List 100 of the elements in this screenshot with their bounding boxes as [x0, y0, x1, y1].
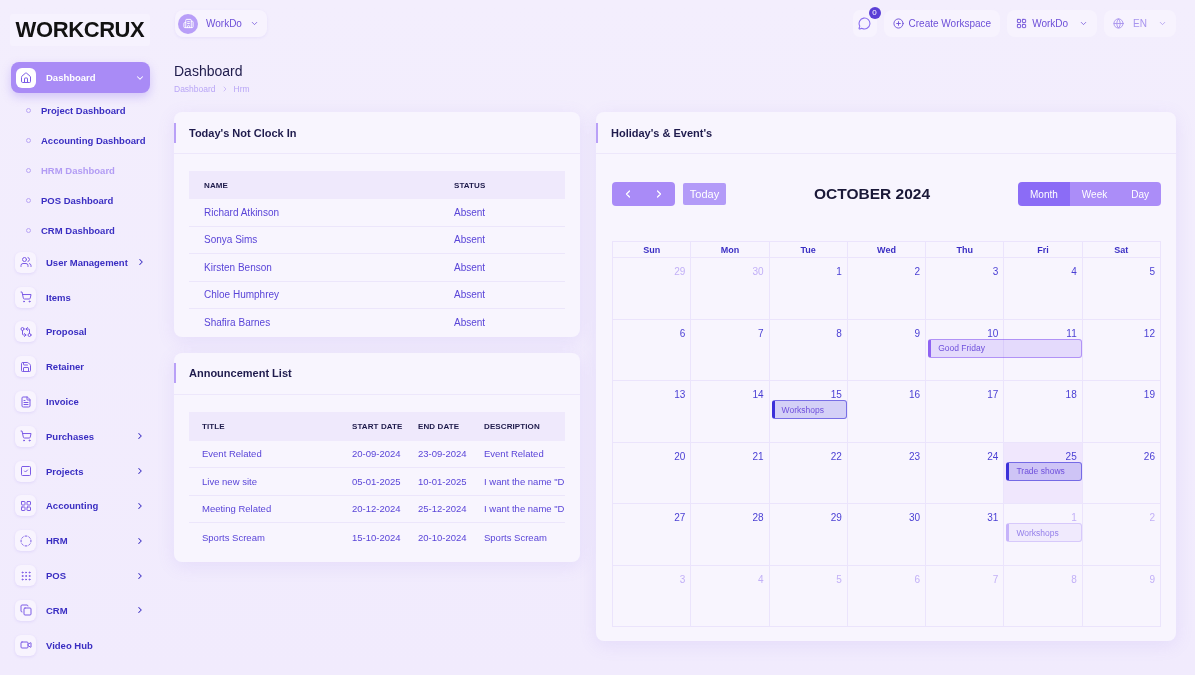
- day-number: 29: [674, 266, 686, 278]
- day-number: 11: [1066, 327, 1077, 340]
- cart-icon: [15, 286, 36, 308]
- day-number: 8: [836, 327, 842, 340]
- day-number: 27: [674, 512, 686, 524]
- weekday-label: Sat: [1114, 244, 1129, 255]
- table-cell: Absent: [454, 261, 486, 273]
- create-workspace-button[interactable]: Create Workspace: [883, 10, 1001, 37]
- users-icon: [15, 251, 36, 273]
- column-header: START DATE: [352, 421, 403, 431]
- card-title: Today's Not Clock In: [189, 126, 297, 139]
- chat-icon: [858, 17, 871, 30]
- sidebar-item[interactable]: Projects: [11, 453, 150, 489]
- building-icon: [178, 13, 198, 34]
- sidebar-item[interactable]: Purchases: [11, 419, 150, 454]
- table-cell: Meeting Related: [202, 503, 272, 515]
- calendar-event[interactable]: Workshops: [771, 400, 847, 419]
- table-cell: Shafira Barnes: [204, 317, 271, 329]
- table-cell: Event Related: [202, 448, 262, 460]
- table-cell: 15-10-2024: [352, 531, 401, 543]
- day-number: 3: [679, 573, 686, 586]
- sidebar-item[interactable]: User Management: [11, 245, 150, 280]
- sidebar-item[interactable]: Video Hub: [11, 627, 150, 663]
- day-number: 7: [758, 327, 764, 340]
- day-number: 6: [914, 573, 921, 586]
- weekday-label: Wed: [877, 244, 896, 255]
- weekday-label: Sun: [643, 244, 661, 255]
- table-cell: Sports Scream: [484, 531, 547, 543]
- previous-button[interactable]: [612, 182, 644, 206]
- day-number: 26: [1143, 450, 1155, 463]
- table-cell: Chloe Humphrey: [204, 289, 280, 301]
- day-number: 2: [1149, 512, 1155, 524]
- checkbox-icon: [15, 460, 36, 482]
- day-number: 13: [674, 389, 686, 401]
- day-number: 12: [1143, 327, 1155, 340]
- accent-bar: [596, 122, 598, 143]
- day-number: 3: [992, 266, 999, 278]
- chevron-down-icon: [249, 19, 259, 28]
- column-header: END DATE: [418, 421, 460, 431]
- workspace-selector[interactable]: WorkDo: [175, 10, 267, 37]
- logo[interactable]: WORKCRUX: [10, 14, 150, 46]
- sidebar-item[interactable]: Retainer: [11, 349, 150, 385]
- sidebar-item[interactable]: HRM: [11, 523, 150, 559]
- accent-bar: [174, 122, 176, 143]
- breadcrumb-current: Hrm: [233, 84, 250, 94]
- table-cell: I want the name "D: [484, 475, 565, 487]
- table-cell: Absent: [454, 206, 486, 218]
- accent-bar: [174, 363, 176, 383]
- day-number: 14: [752, 389, 764, 401]
- table-cell: Kirsten Benson: [204, 261, 272, 273]
- day-number: 28: [752, 512, 764, 524]
- next-button[interactable]: [643, 182, 675, 206]
- day-number: 25: [1065, 450, 1077, 463]
- sidebar-subitem[interactable]: POS Dashboard: [11, 185, 150, 215]
- day-number: 5: [1149, 266, 1155, 278]
- table-cell: 20-12-2024: [352, 503, 401, 515]
- arrows-icon: [15, 321, 36, 343]
- column-header: TITLE: [202, 421, 225, 431]
- table-cell: 23-09-2024: [418, 448, 467, 460]
- sidebar-item[interactable]: Invoice: [11, 384, 150, 419]
- workspace-menu-button[interactable]: WorkDo: [1007, 10, 1098, 37]
- day-number: 10: [987, 327, 999, 340]
- day-number: 6: [679, 327, 686, 340]
- notification-badge: 0: [868, 7, 881, 19]
- weekday-label: Thu: [956, 244, 974, 255]
- day-number: 30: [752, 266, 764, 278]
- column-header: STATUS: [454, 180, 486, 190]
- sidebar-item[interactable]: CRM: [11, 592, 150, 628]
- sidebar-item[interactable]: Accounting: [11, 488, 150, 524]
- calendar-event[interactable]: Trade shows: [1006, 461, 1082, 481]
- sidebar-item[interactable]: Proposal: [11, 314, 150, 350]
- sidebar-item[interactable]: Items: [11, 279, 150, 315]
- day-number: 5: [836, 573, 842, 586]
- document-icon: [15, 391, 36, 413]
- card-title: Holiday's & Event's: [611, 126, 713, 139]
- sidebar-subitem[interactable]: CRM Dashboard: [11, 215, 150, 245]
- sidebar-subitem[interactable]: Accounting Dashboard: [11, 125, 150, 155]
- column-header: NAME: [204, 180, 228, 190]
- day-number: 31: [987, 512, 999, 524]
- table-cell: Richard Atkinson: [204, 206, 280, 218]
- sidebar-subitem[interactable]: Project Dashboard: [11, 95, 150, 125]
- day-number: 1: [1071, 512, 1077, 524]
- day-number: 1: [836, 266, 842, 278]
- day-number: 7: [992, 573, 999, 586]
- calendar-event[interactable]: Good Friday: [928, 338, 1082, 358]
- chevron-down-icon: [1079, 19, 1089, 28]
- day-number: 9: [1149, 573, 1155, 586]
- table-cell: I want the name "D: [484, 503, 565, 515]
- video-camera-icon: [15, 634, 36, 656]
- sidebar-item[interactable]: POS: [11, 558, 150, 593]
- table-cell: 20-10-2024: [418, 531, 467, 543]
- day-number: 19: [1143, 389, 1155, 401]
- day-number: 17: [987, 389, 999, 401]
- copy-icon: [15, 599, 36, 621]
- view-tab[interactable]: Month: [1018, 182, 1070, 206]
- home-icon: [16, 67, 36, 88]
- day-number: 24: [987, 450, 999, 463]
- day-number: 20: [674, 450, 686, 463]
- card-title: Announcement List: [189, 367, 292, 379]
- table-cell: Absent: [454, 289, 486, 301]
